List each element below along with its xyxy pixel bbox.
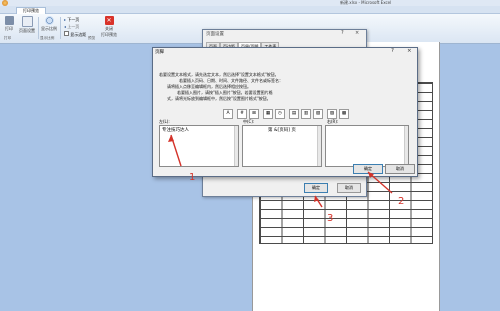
annotation-arrows xyxy=(168,134,393,208)
annotation-number-1: 1 xyxy=(189,172,196,183)
annotation-number-2: 2 xyxy=(398,196,405,207)
annotation-arrowhead-1 xyxy=(168,135,174,142)
annotation-number-3: 3 xyxy=(327,213,334,224)
